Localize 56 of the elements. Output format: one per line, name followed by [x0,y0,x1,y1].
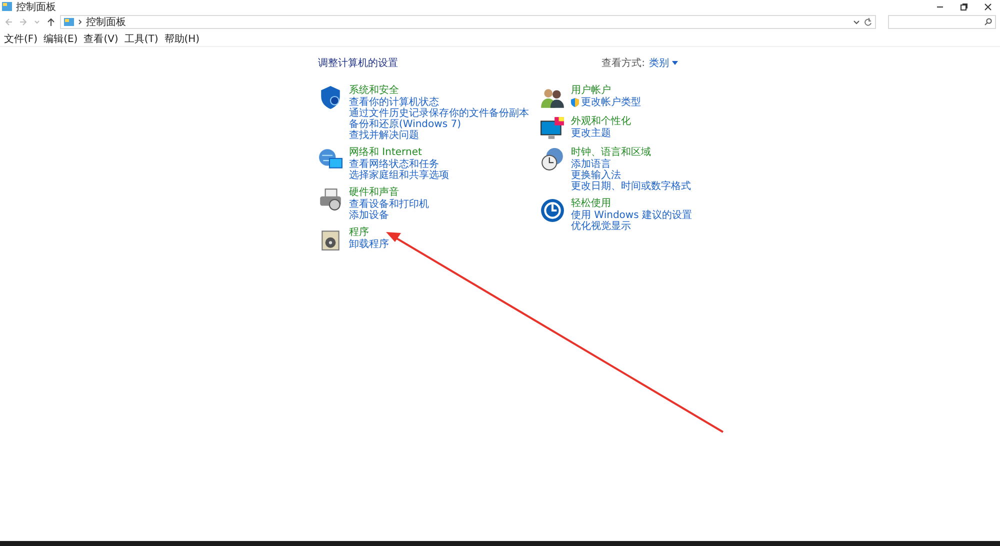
restore-icon [960,2,968,10]
view-by-label: 查看方式: [602,56,645,70]
category-link[interactable]: 硬件和声音 [349,187,429,199]
close-icon [984,2,992,10]
shield-icon [318,85,343,110]
forward-arrow-icon [19,18,27,26]
category-link[interactable]: 外观和个性化 [571,116,631,128]
task-link[interactable]: 选择家庭组和共享选项 [349,170,449,181]
category-link[interactable]: 轻松使用 [571,198,692,210]
task-link[interactable]: 优化视觉显示 [571,221,692,232]
back-arrow-icon [5,18,13,26]
caret-icon [672,61,678,65]
menu-item[interactable]: 帮助(H) [164,32,200,46]
address-bar[interactable]: 控制面板 [60,15,876,29]
task-link[interactable]: 备份和还原(Windows 7) [349,119,529,130]
dropdown-icon[interactable] [853,20,860,24]
task-link[interactable]: 卸载程序 [349,239,389,250]
control-panel-icon [64,18,74,26]
task-link[interactable]: 更改帐户类型 [571,97,641,108]
monitor-palette-icon [540,116,565,141]
menu-item[interactable]: 工具(T) [124,32,158,46]
task-link[interactable]: 查看设备和打印机 [349,199,429,210]
search-icon [984,18,992,26]
address-path: 控制面板 [86,16,126,29]
task-link[interactable]: 更换输入法 [571,170,691,181]
accessibility-icon [540,198,565,223]
task-link[interactable]: 添加设备 [349,210,429,221]
view-by-dropdown[interactable]: 类别 [649,56,678,70]
up-button[interactable] [46,16,56,28]
chevron-down-icon [34,19,40,25]
task-link[interactable]: 更改日期、时间或数字格式 [571,181,691,192]
page-heading: 调整计算机的设置 [318,56,398,70]
task-link[interactable]: 查找并解决问题 [349,130,529,141]
printer-icon [318,187,343,212]
task-link[interactable]: 通过文件历史记录保存你的文件备份副本 [349,108,529,119]
menu-item[interactable]: 文件(F) [4,32,38,46]
category-link[interactable]: 程序 [349,227,389,239]
task-link[interactable]: 查看你的计算机状态 [349,97,529,108]
menu-item[interactable]: 查看(V) [84,32,118,46]
task-link[interactable]: 添加语言 [571,159,691,170]
refresh-icon[interactable] [864,18,872,26]
search-field[interactable] [888,15,996,29]
category-link[interactable]: 网络和 Internet [349,147,449,159]
control-panel-icon [2,2,12,11]
task-link[interactable]: 查看网络状态和任务 [349,159,449,170]
chevron-icon [78,19,82,25]
category-link[interactable]: 时钟、语言和区域 [571,147,691,159]
globe-clock-icon [540,147,565,172]
task-link[interactable]: 更改主题 [571,128,631,139]
window-title: 控制面板 [16,0,56,14]
task-link[interactable]: 使用 Windows 建议的设置 [571,210,692,221]
up-arrow-icon [47,18,55,26]
menu-item[interactable]: 编辑(E) [44,32,78,46]
uac-shield-icon [571,98,579,107]
category-link[interactable]: 用户帐户 [571,85,641,97]
category-link[interactable]: 系统和安全 [349,85,529,97]
